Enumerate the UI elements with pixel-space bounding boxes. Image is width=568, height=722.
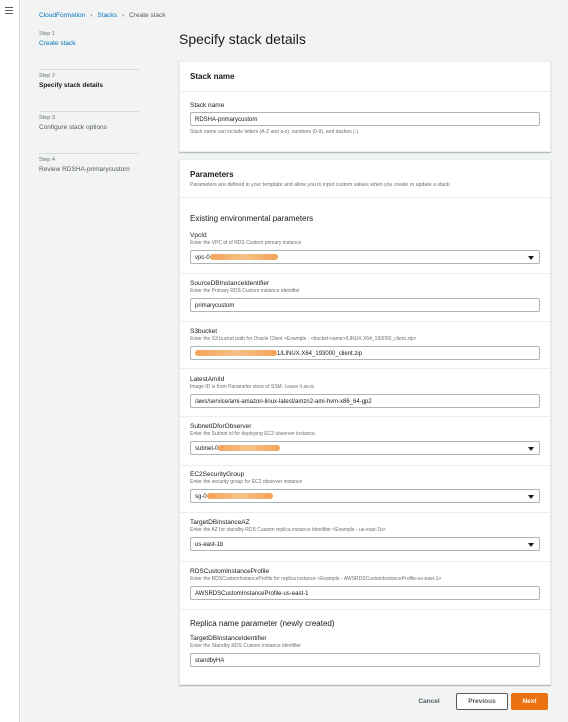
step-label: Review RDSHA-primarycustom (39, 166, 130, 173)
vpcid-field: VpcId Enter the VPC id of RDS Custom pri… (190, 232, 540, 264)
wizard-step-1: Step 1 Create stack (39, 31, 139, 70)
redaction-mark (195, 350, 277, 357)
field-description: Enter the RDSCustomInstanceProfile for r… (190, 576, 442, 582)
field-description: Enter the Subnet id for deploying EC2 ob… (190, 431, 317, 437)
subnet-id-field: SubnetIDforObserver Enter the Subnet id … (190, 423, 540, 455)
target-az-field: TargetDBinstanceAZ Enter the AZ for stan… (190, 519, 540, 551)
select-value: sg-0 (195, 494, 207, 500)
field-description: Enter the AZ for standby RDS Custom repl… (190, 527, 386, 533)
divider (180, 197, 550, 198)
stack-name-panel: Stack name Stack name RDSHA-primarycusto… (179, 61, 551, 152)
parameters-panel: Parameters Parameters are defined in you… (179, 159, 551, 685)
panel-header: Stack name (180, 62, 550, 94)
target-db-identifier-input[interactable]: standbyHA (190, 653, 540, 667)
field-label: VpcId (190, 232, 207, 239)
field-description: Enter the S3 bucket path for Oracle Clie… (190, 336, 417, 342)
field-description: Enter the VPC id of RDS Custom primary i… (190, 240, 302, 246)
breadcrumb-create-stack: Create stack (129, 12, 166, 19)
field-label: EC2SecurityGroup (190, 471, 245, 478)
select-value: us-east-1b (195, 542, 224, 548)
target-az-select[interactable]: us-east-1b (190, 537, 540, 551)
step-link-create-stack[interactable]: Create stack (39, 40, 139, 47)
breadcrumb: CloudFormation › Stacks › Create stack (39, 12, 166, 19)
select-value: vpc-0 (195, 255, 210, 261)
divider (180, 512, 550, 513)
field-description: Enter the Primary RDS Custom instance id… (190, 288, 300, 294)
field-label: SourceDBInstanceIdentifier (190, 280, 270, 287)
target-db-identifier-field: TargetDBInstanceIdentifier Enter the Sta… (190, 635, 540, 667)
field-label: Stack name (190, 102, 225, 109)
cancel-button[interactable]: Cancel (410, 693, 448, 710)
step-label-current: Specify stack details (39, 82, 103, 89)
divider (180, 368, 550, 369)
field-label: SubnetIDforObserver (190, 423, 252, 430)
input-value: 1/LINUX.X64_193000_client.zip (277, 351, 363, 357)
source-db-identifier-field: SourceDBInstanceIdentifier Enter the Pri… (190, 280, 540, 312)
caret-down-icon (528, 495, 534, 499)
panel-title: Parameters (190, 170, 234, 179)
panel-title: Stack name (190, 72, 235, 81)
panel-description: Parameters are defined in your template … (190, 182, 451, 188)
latest-ami-id-field: LatestAmiId Image ID is from Parameter s… (190, 376, 540, 408)
step-number: Step 1 (39, 31, 55, 37)
field-label: TargetDBInstanceIdentifier (190, 635, 267, 642)
s3bucket-input[interactable]: 1/LINUX.X64_193000_client.zip (190, 346, 540, 360)
stack-name-input[interactable]: RDSHA-primarycustom (190, 112, 540, 126)
previous-button[interactable]: Previous (456, 693, 508, 710)
s3bucket-field: S3bucket Enter the S3 bucket path for Or… (190, 328, 540, 360)
divider (180, 561, 550, 562)
step-number: Step 3 (39, 115, 55, 121)
divider (180, 465, 550, 466)
field-label: RDSCustomInstanceProfile (190, 568, 270, 575)
field-label: TargetDBinstanceAZ (190, 519, 250, 526)
field-description: Enter the Standby RDS Custom instance id… (190, 643, 301, 649)
redaction-mark (206, 493, 273, 500)
page-title: Specify stack details (179, 31, 306, 47)
field-description: Image ID is from Parameter store of SSM.… (190, 384, 316, 390)
step-number: Step 2 (39, 73, 55, 79)
security-group-field: EC2SecurityGroup Enter the security grou… (190, 471, 540, 503)
divider (180, 416, 550, 417)
menu-icon[interactable] (5, 7, 13, 16)
instance-profile-field: RDSCustomInstanceProfile Enter the RDSCu… (190, 568, 540, 600)
divider (180, 609, 550, 610)
source-db-identifier-input[interactable]: primarycustom (190, 298, 540, 312)
caret-down-icon (528, 543, 534, 547)
vpcid-select[interactable]: vpc-0 (190, 250, 540, 264)
stack-name-field: Stack name RDSHA-primarycustom Stack nam… (190, 102, 540, 135)
caret-down-icon (528, 256, 534, 260)
field-label: S3bucket (190, 328, 218, 335)
divider (180, 91, 550, 92)
chevron-right-icon: › (121, 12, 125, 19)
field-constraint: Stack name can include letters (A-Z and … (190, 129, 360, 135)
latest-ami-id-input[interactable]: /aws/service/ami-amazon-linux-latest/amz… (190, 394, 540, 408)
redaction-mark (209, 254, 278, 261)
step-number: Step 4 (39, 157, 55, 163)
section-heading-replica: Replica name parameter (newly created) (190, 619, 335, 628)
instance-profile-input[interactable]: AWSRDSCustomInstanceProfile-us-east-1 (190, 586, 540, 600)
field-label: LatestAmiId (190, 376, 225, 383)
chevron-right-icon: › (90, 12, 93, 19)
wizard-step-4: Step 4 Review RDSHA-primarycustom (39, 154, 139, 195)
breadcrumb-stacks[interactable]: Stacks (97, 12, 117, 19)
step-label: Configure stack options (39, 124, 107, 131)
subnet-id-select[interactable]: subnet-0 (190, 441, 540, 455)
security-group-select[interactable]: sg-0 (190, 489, 540, 503)
divider (180, 273, 550, 274)
divider (180, 321, 550, 322)
breadcrumb-cloudformation[interactable]: CloudFormation (39, 12, 85, 19)
select-value: subnet-0 (195, 446, 219, 452)
section-heading-existing: Existing environmental parameters (190, 214, 314, 223)
next-button[interactable]: Next (511, 693, 548, 710)
field-description: Enter the security group for EC2 observe… (190, 479, 303, 485)
wizard-steps: Step 1 Create stack Step 2 Specify stack… (39, 31, 139, 195)
wizard-step-3: Step 3 Configure stack options (39, 112, 139, 154)
wizard-step-2: Step 2 Specify stack details (39, 70, 139, 112)
redaction-mark (218, 445, 281, 452)
caret-down-icon (528, 447, 534, 451)
panel-header: Parameters Parameters are defined in you… (180, 160, 550, 188)
left-nav-bar (0, 0, 20, 722)
